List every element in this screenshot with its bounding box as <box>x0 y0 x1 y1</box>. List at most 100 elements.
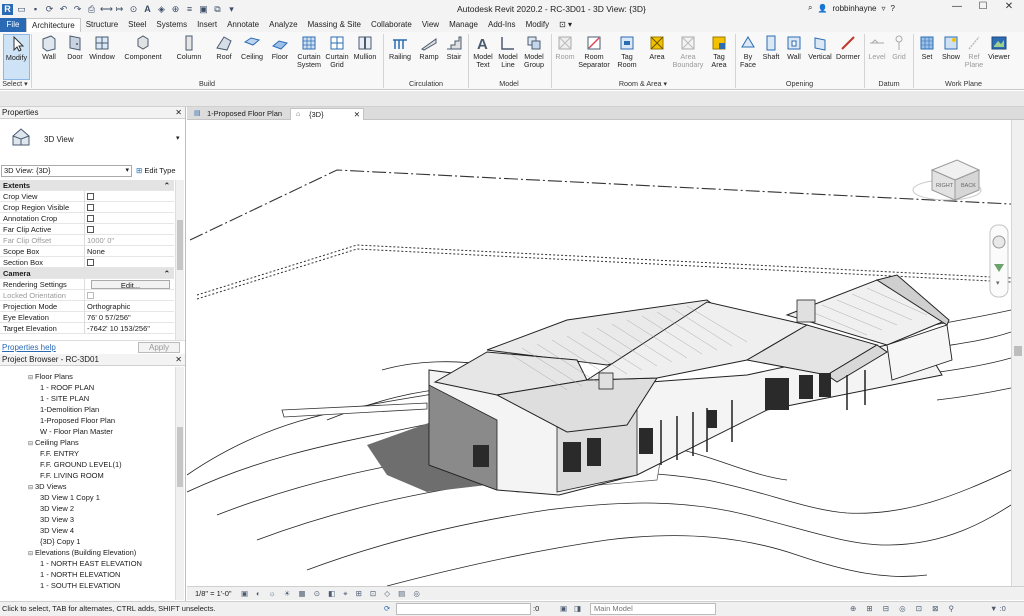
tab-file[interactable]: File <box>0 18 26 32</box>
close-icon[interactable]: ✕ <box>175 354 182 366</box>
browser-item[interactable]: 1-Proposed Floor Plan <box>40 415 115 426</box>
browser-item[interactable]: 3D View 2 <box>40 503 74 514</box>
railing-button[interactable]: Railing <box>386 34 414 80</box>
text-icon[interactable]: A <box>142 4 153 15</box>
switch-windows-icon[interactable]: ⧉ <box>212 4 223 15</box>
tag-icon[interactable]: ⊙ <box>128 4 139 15</box>
properties-help-link[interactable]: Properties help <box>2 343 56 352</box>
component-button[interactable]: Component <box>120 34 166 80</box>
tab-analyze[interactable]: Analyze <box>264 18 302 32</box>
collapse-toggle-icon[interactable]: ⊟ <box>28 549 35 560</box>
room-area-panel-label[interactable]: Room & Area ▾ <box>553 79 733 89</box>
browser-item[interactable]: F.F. GROUND LEVEL(1) <box>40 459 122 470</box>
tab-steel[interactable]: Steel <box>123 18 151 32</box>
filter-icon[interactable]: ▼ :0 <box>990 602 1006 616</box>
prop-value[interactable] <box>84 213 174 224</box>
save-icon[interactable]: ▪ <box>30 4 41 15</box>
tab-annotate[interactable]: Annotate <box>222 18 264 32</box>
view-scrollbar[interactable] <box>1011 120 1024 586</box>
redo-icon[interactable]: ↷ <box>72 4 83 15</box>
group-camera[interactable]: Camera ⌃ <box>0 268 174 279</box>
revit-logo-icon[interactable]: R <box>2 3 13 15</box>
prop-value[interactable] <box>84 191 174 202</box>
checkbox[interactable] <box>87 204 94 211</box>
grid-button[interactable]: Grid <box>888 34 910 80</box>
browser-item[interactable]: F.F. ENTRY <box>40 448 79 459</box>
prop-value[interactable]: Orthographic <box>84 301 174 312</box>
3d-view-canvas[interactable]: RIGHT BACK ▾ <box>187 120 1011 586</box>
tab-proposed-floor-plan[interactable]: ▤ 1-Proposed Floor Plan <box>189 108 287 120</box>
scrollbar-thumb[interactable] <box>1014 346 1022 356</box>
print-icon[interactable]: ⎙ <box>86 4 97 15</box>
3d-view-icon[interactable]: ◈ <box>156 4 167 15</box>
section-icon[interactable]: ⊕ <box>170 4 181 15</box>
browser-item[interactable]: 1 - NORTH EAST ELEVATION <box>40 558 142 569</box>
browser-item[interactable]: F.F. LIVING ROOM <box>40 470 104 481</box>
collapse-toggle-icon[interactable]: ⊟ <box>28 439 35 450</box>
checkbox[interactable] <box>87 215 94 222</box>
help-icon[interactable]: ? <box>891 4 895 13</box>
design-option-selector[interactable]: Main Model <box>590 603 716 615</box>
tab-architecture[interactable]: Architecture <box>26 18 81 32</box>
model-group-button[interactable]: Model Group <box>520 34 548 80</box>
model-line-button[interactable]: Model Line <box>496 34 520 80</box>
checkbox[interactable] <box>87 259 94 266</box>
design-options-icon-2[interactable]: ◨ <box>574 602 581 616</box>
tab-add-ins[interactable]: Add-Ins <box>483 18 521 32</box>
stair-button[interactable]: Stair <box>442 34 466 80</box>
edit-type-button[interactable]: ⊞ Edit Type <box>136 165 184 177</box>
maximize-icon[interactable]: ☐ <box>970 1 996 12</box>
instance-selector[interactable]: 3D View: {3D} ▾ <box>1 165 132 177</box>
select-panel-label[interactable]: Select ▾ <box>0 79 30 89</box>
dimension-icon[interactable]: ↦ <box>114 4 125 15</box>
curtain-grid-button[interactable]: Curtain Grid <box>324 34 350 80</box>
view-scale[interactable]: 1/8" = 1'-0" <box>195 587 232 600</box>
by-face-button[interactable]: By Face <box>737 34 759 80</box>
properties-scrollbar[interactable] <box>175 180 184 340</box>
column-button[interactable]: Column <box>174 34 204 80</box>
viewcube[interactable]: RIGHT BACK <box>912 159 982 201</box>
tab-3d-view[interactable]: ⌂ {3D} ✕ <box>290 108 364 120</box>
user-icon[interactable]: 👤 <box>817 4 827 13</box>
room-separator-button[interactable]: Room Separator <box>577 34 611 80</box>
tab-view[interactable]: View <box>417 18 444 32</box>
type-selector[interactable]: 3D View ▾ <box>0 120 185 160</box>
sync-icon[interactable]: ⟳ <box>44 4 55 15</box>
model-text-button[interactable]: A Model Text <box>470 34 496 80</box>
navigation-bar[interactable]: ▾ <box>989 224 1009 298</box>
checkbox[interactable] <box>87 226 94 233</box>
mullion-button[interactable]: Mullion <box>350 34 380 80</box>
prop-value[interactable] <box>84 257 174 268</box>
shaft-button[interactable]: Shaft <box>760 34 782 80</box>
floor-button[interactable]: Floor <box>266 34 294 80</box>
set-button[interactable]: Set <box>915 34 939 80</box>
browser-item[interactable]: 3D View 1 Copy 1 <box>40 492 100 503</box>
scrollbar-thumb[interactable] <box>177 427 183 487</box>
ceiling-button[interactable]: Ceiling <box>238 34 266 80</box>
vertical-button[interactable]: Vertical <box>806 34 834 80</box>
browser-item[interactable]: 1 - SOUTH ELEVATION <box>40 580 120 591</box>
door-button[interactable]: Door <box>64 34 86 80</box>
tab-collaborate[interactable]: Collaborate <box>366 18 417 32</box>
show-button[interactable]: Show <box>939 34 963 80</box>
design-options-icon[interactable]: ▣ <box>560 602 567 616</box>
cart-icon[interactable]: ▿ <box>882 4 886 13</box>
undo-icon[interactable]: ↶ <box>58 4 69 15</box>
tab-systems[interactable]: Systems <box>151 18 192 32</box>
tag-area-button[interactable]: Tag Area <box>705 34 733 80</box>
prop-value[interactable]: None <box>84 246 174 257</box>
ref-plane-button[interactable]: Ref Plane <box>963 34 985 80</box>
edit-rendering-button[interactable]: Edit... <box>91 280 170 290</box>
browser-scrollbar[interactable] <box>175 367 184 600</box>
close-hidden-icon[interactable]: ▣ <box>198 4 209 15</box>
search-icon[interactable]: ⌕ <box>808 3 812 13</box>
prop-value[interactable]: -7642' 10 153/256" <box>84 323 174 334</box>
workset-selector[interactable] <box>396 603 531 615</box>
browser-item[interactable]: {3D} Copy 1 <box>40 536 80 547</box>
curtain-system-button[interactable]: Curtain System <box>294 34 324 80</box>
opening-wall-button[interactable]: Wall <box>783 34 805 80</box>
room-button[interactable]: Room <box>553 34 577 80</box>
open-icon[interactable]: ▭ <box>16 4 27 15</box>
browser-item[interactable]: 3D View 4 <box>40 525 74 536</box>
apply-button[interactable]: Apply <box>138 342 180 353</box>
